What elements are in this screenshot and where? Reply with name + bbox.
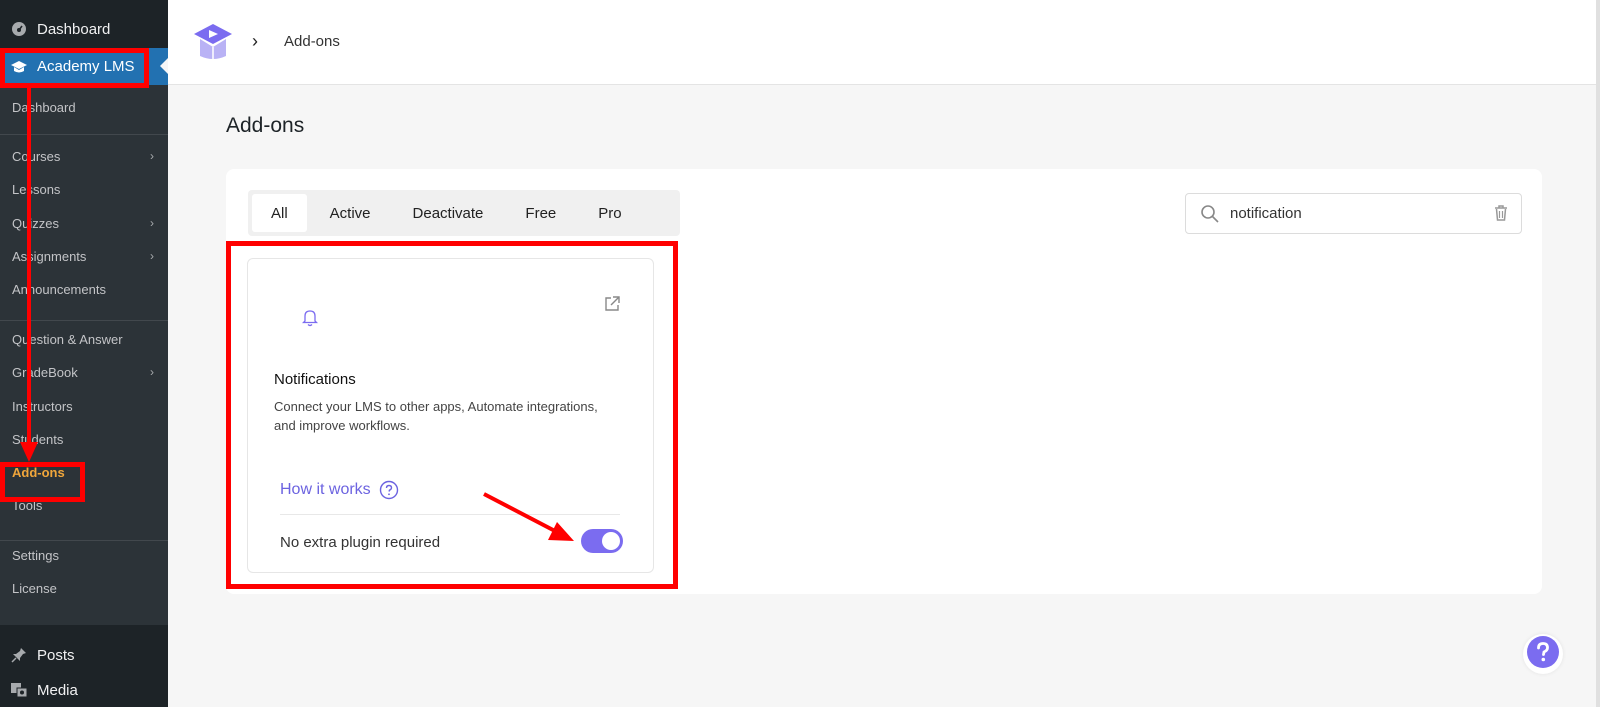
annotation-arrows [20,88,574,541]
help-button[interactable] [1523,634,1563,674]
help-icon [1526,635,1560,674]
